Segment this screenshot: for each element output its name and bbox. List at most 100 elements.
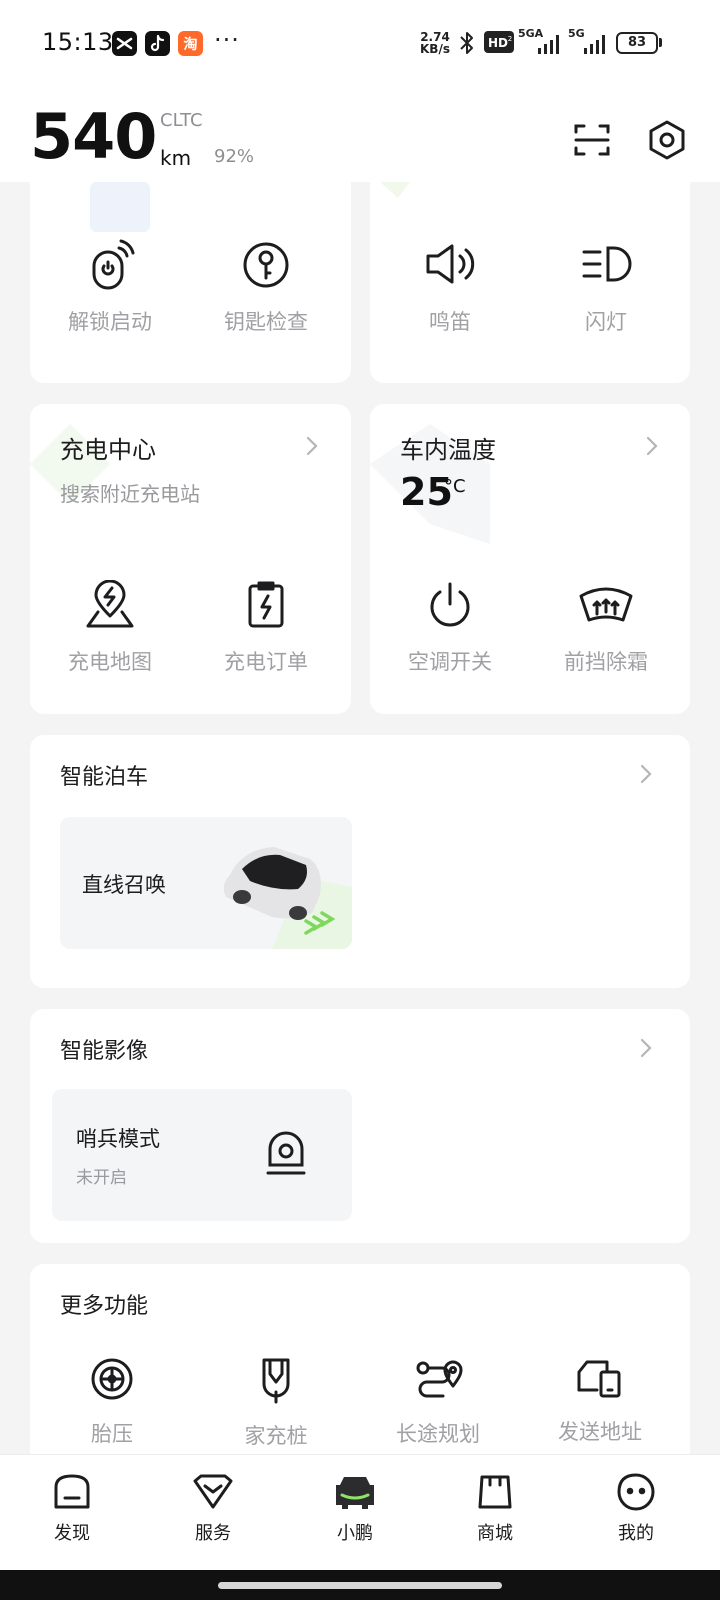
tiktok-icon: [145, 31, 170, 56]
sentry-mode-status: 未开启: [76, 1168, 127, 1188]
key-check-button[interactable]: 钥匙检查: [196, 238, 336, 336]
smart-parking-card[interactable]: 智能泊车 直线召唤: [30, 735, 690, 988]
nav-discover[interactable]: 发现: [22, 1471, 122, 1545]
mall-icon: [478, 1475, 512, 1509]
home-charger-label: 家充桩: [244, 1424, 308, 1448]
smart-imaging-card[interactable]: 智能影像 哨兵模式 未开启: [30, 1009, 690, 1243]
defrost-icon: [579, 587, 633, 622]
gesture-area: [0, 1570, 720, 1600]
temperature-unit: °C: [444, 476, 466, 497]
range-value: 540: [30, 100, 157, 173]
route-plan-icon: [416, 1360, 463, 1398]
unlock-start-button[interactable]: 解锁启动: [40, 238, 180, 336]
tire-pressure-icon: [91, 1358, 133, 1400]
straight-summon-label: 直线召唤: [82, 873, 166, 897]
service-icon: [193, 1474, 233, 1509]
send-address-button[interactable]: 发送地址: [530, 1356, 670, 1446]
car-summon-illustration: [223, 847, 352, 949]
charge-map-label: 充电地图: [68, 650, 152, 674]
send-address-icon: [577, 1360, 621, 1398]
send-address-label: 发送地址: [558, 1420, 642, 1444]
nav-service[interactable]: 服务: [163, 1471, 263, 1545]
home-charger-button[interactable]: 家充桩: [206, 1356, 346, 1450]
nav-xpeng[interactable]: 小鹏: [305, 1471, 405, 1545]
scan-icon[interactable]: [570, 118, 614, 162]
unlock-start-label: 解锁启动: [68, 310, 152, 334]
settings-icon[interactable]: [645, 118, 689, 162]
chevron-right-icon[interactable]: [636, 764, 656, 784]
straight-summon-tile[interactable]: 直线召唤: [60, 817, 352, 949]
status-bar: 15:13 淘 ··· 2.74 KB/s HD 2 5GA 5G 83: [0, 0, 720, 90]
chevron-right-icon[interactable]: [636, 1038, 656, 1058]
home-charger-icon: [262, 1358, 290, 1404]
charge-order-label: 充电订单: [224, 650, 308, 674]
defrost-label: 前挡除霜: [564, 650, 648, 674]
defrost-button[interactable]: 前挡除霜: [536, 580, 676, 676]
svg-text:淘: 淘: [184, 36, 198, 53]
hd-icon: HD 2: [484, 31, 514, 57]
status-time: 15:13: [42, 28, 114, 56]
charge-map-icon: [86, 580, 134, 628]
range-standard: CLTC: [160, 110, 203, 131]
profile-icon: [617, 1473, 655, 1511]
route-plan-button[interactable]: 长途规划: [368, 1356, 508, 1448]
horn-icon: [426, 244, 475, 284]
quick-control-card-right: 鸣笛 闪灯: [370, 168, 690, 383]
charge-order-button[interactable]: 充电订单: [196, 580, 336, 676]
network-speed: 2.74 KB/s: [420, 31, 450, 55]
tire-pressure-label: 胎压: [91, 1422, 133, 1446]
horn-label: 鸣笛: [429, 310, 471, 334]
more-functions-title: 更多功能: [60, 1294, 149, 1319]
charge-map-button[interactable]: 充电地图: [40, 580, 180, 676]
home-indicator[interactable]: [218, 1582, 502, 1589]
charging-subtitle: 搜索附近充电站: [60, 482, 200, 506]
nav-profile[interactable]: 我的: [586, 1471, 686, 1545]
signal-icon-1: [536, 34, 562, 58]
range-unit: km: [160, 146, 192, 170]
climate-title: 车内温度: [400, 436, 496, 464]
tire-pressure-button[interactable]: 胎压: [42, 1356, 182, 1448]
signal-icon-2: [582, 34, 610, 58]
sentry-mode-tile[interactable]: 哨兵模式 未开启: [52, 1089, 352, 1221]
flash-light-icon: [582, 246, 632, 282]
imaging-title: 智能影像: [60, 1039, 149, 1064]
sentry-mode-label: 哨兵模式: [76, 1127, 160, 1151]
speed-unit: KB/s: [420, 42, 450, 56]
key-check-label: 钥匙检查: [224, 310, 308, 334]
sentry-camera-icon: [266, 1131, 306, 1175]
nav-mall-label: 商城: [477, 1523, 513, 1544]
nav-service-label: 服务: [195, 1523, 231, 1544]
bottom-nav: 发现 服务 小鹏 商城 我的: [0, 1454, 720, 1570]
climate-card[interactable]: 车内温度 25 °C 空调开关 前挡除霜: [370, 404, 690, 714]
key-check-icon: [243, 242, 289, 288]
svg-text:HD: HD: [488, 36, 508, 50]
horn-button[interactable]: 鸣笛: [380, 238, 520, 336]
battery-tip: [659, 38, 662, 47]
chevron-right-icon[interactable]: [642, 436, 662, 456]
nav-discover-label: 发现: [54, 1523, 90, 1544]
discover-icon: [54, 1474, 90, 1509]
car-icon: [336, 1477, 374, 1509]
unlock-start-icon: [92, 239, 135, 290]
flash-light-button[interactable]: 闪灯: [536, 238, 676, 336]
ac-power-button[interactable]: 空调开关: [380, 580, 520, 676]
svg-text:2: 2: [508, 35, 512, 43]
status-more-icon: ···: [214, 26, 240, 54]
more-functions-card: 更多功能 胎压 家充桩 长途规划 发送地址: [30, 1264, 690, 1464]
charging-center-card[interactable]: 充电中心 搜索附近充电站 充电地图 充电订单: [30, 404, 351, 714]
power-icon: [430, 582, 470, 627]
battery-indicator: 83: [616, 32, 658, 54]
taobao-icon: 淘: [178, 31, 203, 56]
nav-xpeng-label: 小鹏: [337, 1523, 373, 1544]
nav-mall[interactable]: 商城: [445, 1471, 545, 1545]
flash-light-label: 闪灯: [585, 310, 627, 334]
quick-control-card-left: 解锁启动 钥匙检查: [30, 168, 351, 383]
nav-profile-label: 我的: [618, 1523, 654, 1544]
chevron-right-icon[interactable]: [302, 436, 322, 456]
parking-title: 智能泊车: [60, 765, 149, 790]
battery-percent: 92%: [214, 146, 255, 167]
ac-power-label: 空调开关: [408, 650, 492, 674]
charging-title: 充电中心: [60, 436, 156, 464]
bluetooth-icon: [458, 30, 476, 60]
capcut-icon: [112, 31, 137, 56]
